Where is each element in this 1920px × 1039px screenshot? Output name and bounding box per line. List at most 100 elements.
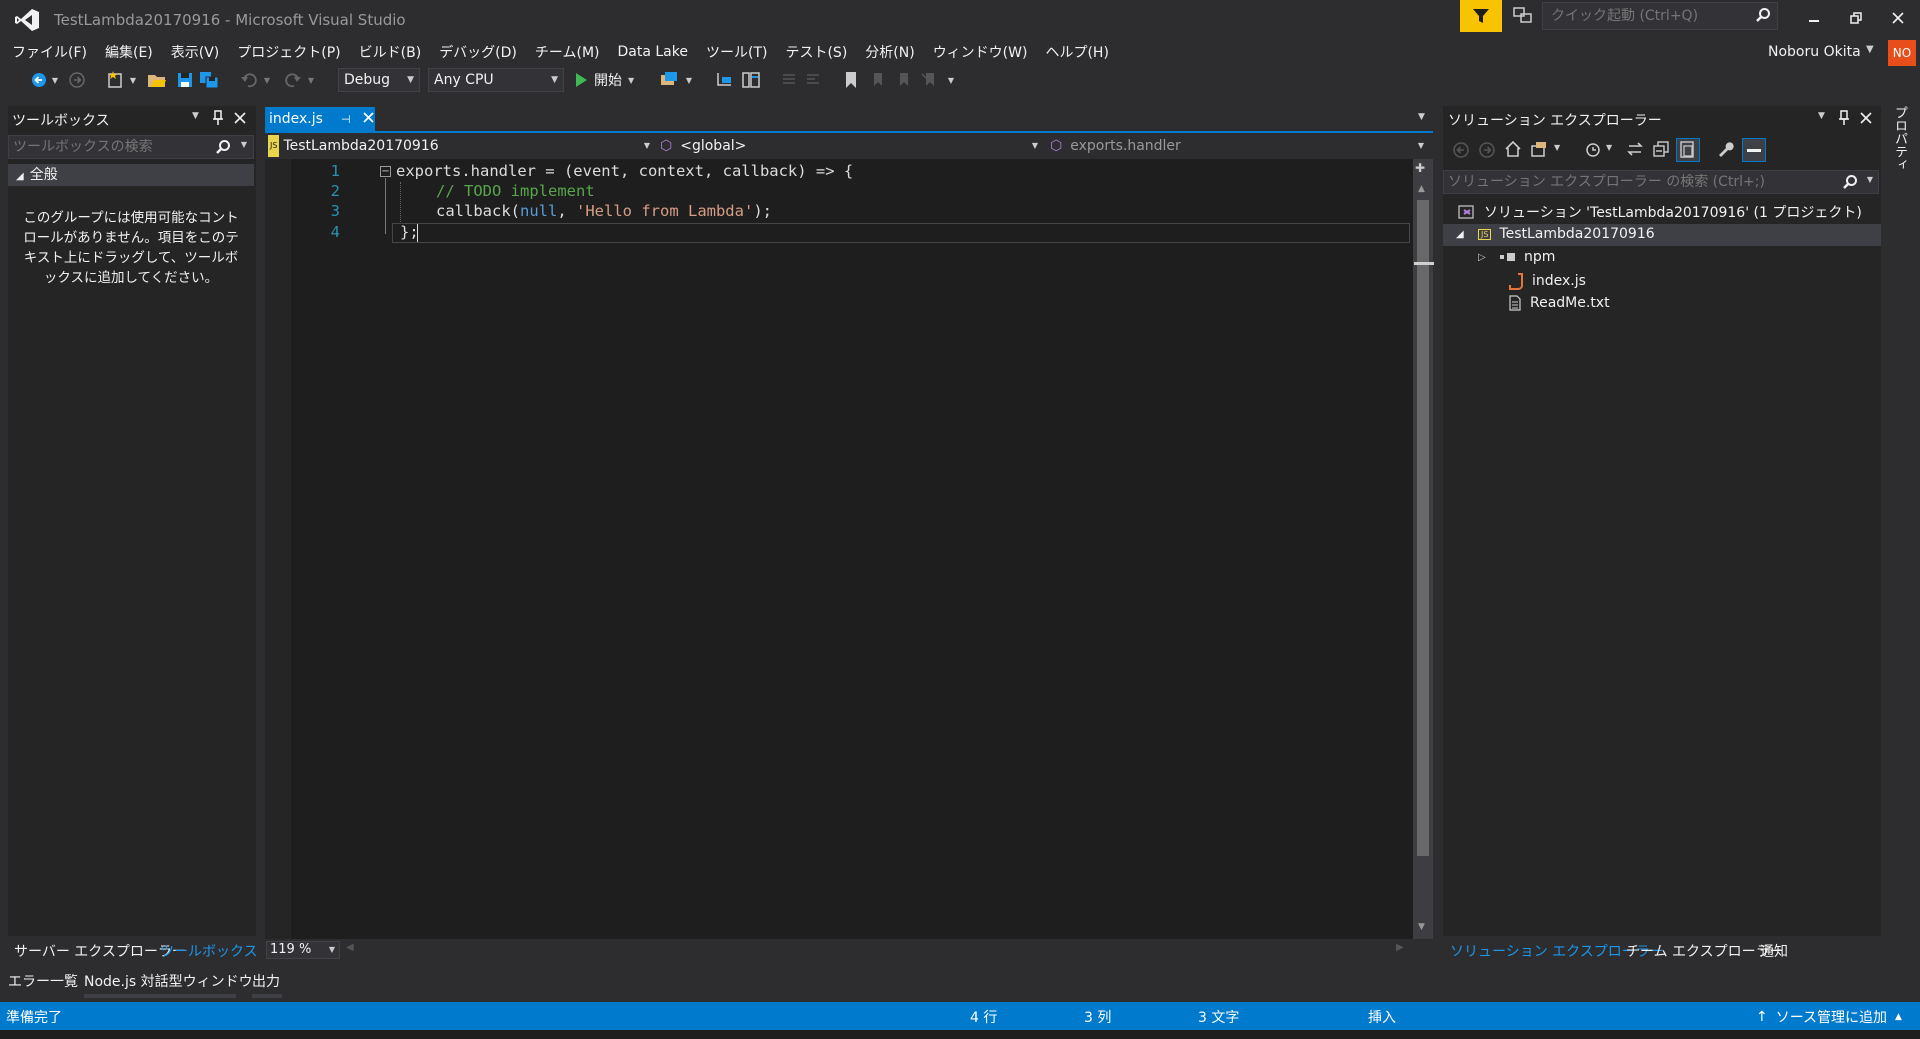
tree-item-readme[interactable]: ReadMe.txt (1508, 295, 1610, 311)
tree-item-npm[interactable]: ▷ npm (1478, 249, 1555, 265)
toolbox-search-input[interactable] (9, 136, 209, 158)
properties-wrench-icon[interactable] (1716, 140, 1734, 162)
tab-notifications[interactable]: 通知 (1760, 941, 1788, 961)
comment-lines-icon[interactable] (778, 70, 800, 90)
code-line-2[interactable]: // TODO implement (436, 182, 595, 200)
quick-launch-input[interactable] (1543, 3, 1743, 29)
show-all-files-button[interactable] (1676, 138, 1700, 162)
expander-icon[interactable]: ▷ (1478, 252, 1492, 263)
browser-link-icon[interactable] (658, 70, 680, 90)
code-line-1[interactable]: exports.handler = (event, context, callb… (396, 162, 853, 180)
chevron-down-icon[interactable]: ▼ (50, 70, 60, 90)
scroll-left-icon[interactable]: ◀ (346, 942, 354, 953)
uncomment-lines-icon[interactable] (802, 70, 824, 90)
pin-icon[interactable] (1838, 110, 1850, 130)
tree-item-solution[interactable]: ソリューション 'TestLambda20170916' (1 プロジェクト) (1458, 202, 1862, 222)
forward-icon[interactable] (66, 70, 88, 90)
panel-dropdown-icon[interactable]: ▼ (192, 111, 199, 121)
scrollbar-thumb[interactable] (1417, 200, 1429, 856)
open-folder-icon[interactable] (146, 70, 168, 90)
back-icon[interactable] (28, 70, 50, 90)
scroll-right-icon[interactable]: ▶ (1396, 942, 1404, 953)
notification-filter-button[interactable] (1460, 0, 1502, 32)
bookmark-icon[interactable] (840, 70, 862, 90)
pending-changes-filter-icon[interactable] (1584, 140, 1602, 162)
chevron-down-icon[interactable]: ▼ (241, 140, 247, 149)
chevron-down-icon[interactable]: ▼ (1554, 143, 1560, 152)
home-icon[interactable] (1504, 140, 1522, 162)
chevron-down-icon[interactable]: ▼ (1867, 175, 1873, 184)
restore-button[interactable] (1836, 4, 1876, 32)
menu-file[interactable]: ファイル(F) (6, 42, 99, 62)
solution-explorer-search-input[interactable] (1444, 171, 1834, 193)
undo-icon[interactable] (238, 70, 260, 90)
new-project-icon[interactable] (104, 70, 126, 90)
solution-view-icon[interactable] (740, 70, 762, 90)
menu-project[interactable]: プロジェクト(P) (231, 42, 352, 62)
solution-explorer-search[interactable]: ▼ (1443, 170, 1879, 194)
toolbox-search[interactable]: ▼ (8, 135, 254, 159)
toolbox-group-general[interactable]: ◢ 全般 (8, 164, 254, 186)
previous-bookmark-icon[interactable] (866, 70, 888, 90)
tree-item-index-js[interactable]: index.js (1508, 272, 1586, 290)
pin-icon[interactable]: ⊣ (341, 113, 351, 126)
minimize-button[interactable] (1794, 4, 1834, 32)
menu-edit[interactable]: 編集(E) (99, 42, 165, 62)
indicator-margin[interactable] (265, 159, 291, 939)
chevron-down-icon[interactable]: ▼ (1606, 143, 1612, 152)
chevron-down-icon[interactable]: ▼ (306, 70, 316, 90)
user-avatar[interactable]: NO (1888, 40, 1916, 66)
chevron-down-icon[interactable]: ▼ (1866, 44, 1874, 55)
save-icon[interactable] (174, 70, 196, 90)
menu-tools[interactable]: ツール(T) (700, 42, 779, 62)
panel-dropdown-icon[interactable]: ▼ (1818, 111, 1825, 121)
close-button[interactable] (1878, 4, 1918, 32)
code-editor[interactable] (265, 159, 1415, 939)
menu-help[interactable]: ヘルプ(H) (1039, 42, 1120, 62)
expander-icon[interactable]: ◢ (16, 171, 24, 182)
menu-team[interactable]: チーム(M) (529, 42, 612, 62)
code-line-4[interactable]: }; (400, 223, 419, 241)
chevron-down-icon[interactable]: ▼ (684, 70, 694, 90)
redo-icon[interactable] (282, 70, 304, 90)
back-icon[interactable] (1452, 141, 1470, 163)
tree-item-project[interactable]: ◢ JS TestLambda20170916 (1456, 226, 1655, 242)
scroll-up-icon[interactable]: ▲ (1418, 184, 1425, 194)
save-all-icon[interactable] (198, 70, 220, 90)
scroll-down-icon[interactable]: ▼ (1418, 922, 1425, 932)
toolbar-options-icon[interactable]: ▼ (944, 70, 958, 90)
feedback-icon[interactable] (1512, 6, 1534, 26)
solution-platform-dropdown[interactable]: Any CPU ▼ (428, 68, 564, 92)
collapse-icon[interactable]: − (380, 166, 391, 177)
tab-output[interactable]: 出力 (252, 971, 280, 991)
expander-icon[interactable]: ◢ (1456, 229, 1470, 240)
split-editor-icon[interactable]: ✚ (1415, 161, 1425, 175)
collapse-all-icon[interactable] (1652, 140, 1670, 162)
code-line-3[interactable]: callback(null, 'Hello from Lambda'); (436, 202, 772, 220)
menu-view[interactable]: 表示(V) (165, 42, 232, 62)
tab-nodejs-interactive[interactable]: Node.js 対話型ウィンドウ (84, 971, 253, 991)
tab-properties[interactable]: プロパティ (1890, 106, 1909, 171)
close-icon[interactable] (362, 111, 374, 127)
menu-data-lake[interactable]: Data Lake (612, 44, 700, 60)
start-debugging-button[interactable]: 開始 ▼ (574, 69, 634, 91)
member-nav-dropdown[interactable]: ⬡ exports.handler ▼ (1050, 135, 1430, 157)
solution-configuration-dropdown[interactable]: Debug ▼ (338, 68, 420, 92)
zoom-level-dropdown[interactable]: 119 % ▼ (266, 941, 340, 959)
close-panel-icon[interactable] (234, 112, 246, 128)
project-nav-dropdown[interactable]: JS TestLambda20170916 ▼ (268, 135, 654, 157)
quick-launch[interactable] (1542, 2, 1778, 30)
user-name[interactable]: Noboru Okita (1768, 44, 1861, 60)
menu-analyze[interactable]: 分析(N) (859, 42, 926, 62)
close-panel-icon[interactable] (1860, 112, 1872, 128)
menu-window[interactable]: ウィンドウ(W) (927, 42, 1040, 62)
menu-debug[interactable]: デバッグ(D) (433, 42, 529, 62)
clear-bookmarks-icon[interactable] (918, 70, 940, 90)
add-to-source-control-button[interactable]: ↑ ソース管理に追加 ▲ (1756, 1007, 1902, 1027)
switch-views-icon[interactable] (1530, 140, 1550, 162)
forward-icon[interactable] (1478, 141, 1496, 163)
preview-selected-items-button[interactable] (1742, 138, 1766, 162)
menu-build[interactable]: ビルド(B) (353, 42, 434, 62)
tab-list-dropdown-icon[interactable]: ▼ (1418, 112, 1425, 122)
scope-nav-dropdown[interactable]: ⬡ <global> ▼ (660, 135, 1042, 157)
